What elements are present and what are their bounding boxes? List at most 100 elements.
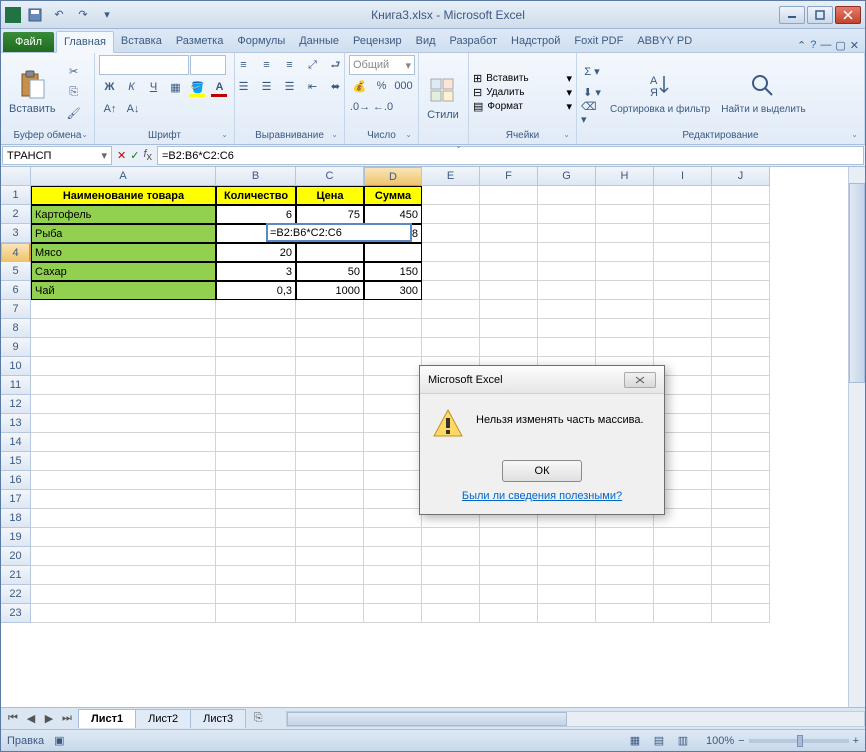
cell-G2[interactable] xyxy=(538,205,596,224)
cell-D22[interactable] xyxy=(364,585,422,604)
help-icon[interactable]: ? xyxy=(810,39,816,52)
cell-J14[interactable] xyxy=(712,433,770,452)
cell-G4[interactable] xyxy=(538,243,596,262)
cell-G7[interactable] xyxy=(538,300,596,319)
cell-F4[interactable] xyxy=(480,243,538,262)
ribbon-tab-10[interactable]: ABBYY PD xyxy=(630,31,699,52)
hscroll-thumb[interactable] xyxy=(287,712,567,726)
save-button[interactable] xyxy=(25,5,45,25)
cell-D4[interactable] xyxy=(364,243,422,262)
col-header-G[interactable]: G xyxy=(538,167,596,186)
cell-A9[interactable] xyxy=(31,338,216,357)
cell-A22[interactable] xyxy=(31,585,216,604)
cell-E8[interactable] xyxy=(422,319,480,338)
cell-C1[interactable]: Цена xyxy=(296,186,364,205)
cell-C14[interactable] xyxy=(296,433,364,452)
col-header-B[interactable]: B xyxy=(216,167,296,186)
cell-B23[interactable] xyxy=(216,604,296,623)
dialog-feedback-link[interactable]: Были ли сведения полезными? xyxy=(462,490,622,502)
cell-B13[interactable] xyxy=(216,414,296,433)
ribbon-tab-4[interactable]: Данные xyxy=(292,31,346,52)
cell-H22[interactable] xyxy=(596,585,654,604)
cell-C19[interactable] xyxy=(296,528,364,547)
cell-D14[interactable] xyxy=(364,433,422,452)
cell-E7[interactable] xyxy=(422,300,480,319)
macro-record-icon[interactable]: ▣ xyxy=(54,734,64,747)
cell-C21[interactable] xyxy=(296,566,364,585)
align-middle-button[interactable]: ≡ xyxy=(256,55,278,75)
cell-A18[interactable] xyxy=(31,509,216,528)
formula-input[interactable]: =B2:B6*C2:C6 xyxy=(157,146,864,165)
cell-D5[interactable]: 150 xyxy=(364,262,422,281)
tab-nav-prev[interactable]: ◀ xyxy=(23,711,39,727)
cell-D18[interactable] xyxy=(364,509,422,528)
cell-F19[interactable] xyxy=(480,528,538,547)
italic-button[interactable]: К xyxy=(121,77,142,97)
cell-J15[interactable] xyxy=(712,452,770,471)
cell-J16[interactable] xyxy=(712,471,770,490)
row-header-16[interactable]: 16 xyxy=(1,471,31,490)
cell-E5[interactable] xyxy=(422,262,480,281)
border-button[interactable]: ▦ xyxy=(165,77,186,97)
cell-B2[interactable]: 6 xyxy=(216,205,296,224)
col-header-D[interactable]: D xyxy=(364,167,422,187)
cell-B17[interactable] xyxy=(216,490,296,509)
select-all-corner[interactable] xyxy=(1,167,31,186)
cell-A5[interactable]: Сахар xyxy=(31,262,216,281)
cell-J19[interactable] xyxy=(712,528,770,547)
cell-D6[interactable]: 300 xyxy=(364,281,422,300)
cell-J9[interactable] xyxy=(712,338,770,357)
cell-A8[interactable] xyxy=(31,319,216,338)
cell-G9[interactable] xyxy=(538,338,596,357)
vscroll-thumb[interactable] xyxy=(849,183,865,383)
cell-C6[interactable]: 1000 xyxy=(296,281,364,300)
delete-cells-icon[interactable]: ⊟ xyxy=(473,86,482,99)
cell-E23[interactable] xyxy=(422,604,480,623)
cell-C13[interactable] xyxy=(296,414,364,433)
cell-D17[interactable] xyxy=(364,490,422,509)
cell-D9[interactable] xyxy=(364,338,422,357)
cell-I7[interactable] xyxy=(654,300,712,319)
cell-F21[interactable] xyxy=(480,566,538,585)
vertical-scrollbar[interactable] xyxy=(848,167,865,707)
cell-A14[interactable] xyxy=(31,433,216,452)
cell-J21[interactable] xyxy=(712,566,770,585)
cell-J18[interactable] xyxy=(712,509,770,528)
zoom-in-button[interactable]: + xyxy=(853,735,859,747)
cell-B7[interactable] xyxy=(216,300,296,319)
cell-J10[interactable] xyxy=(712,357,770,376)
sheet-tab-2[interactable]: Лист3 xyxy=(190,709,246,728)
decrease-indent-button[interactable]: ⇤ xyxy=(302,76,324,96)
pagebreak-view-button[interactable]: ▥ xyxy=(672,731,694,751)
cell-F2[interactable] xyxy=(480,205,538,224)
cell-J22[interactable] xyxy=(712,585,770,604)
minimize-ribbon-icon[interactable]: ⌃ xyxy=(797,39,806,52)
qat-dropdown[interactable]: ▾ xyxy=(97,5,117,25)
cell-E20[interactable] xyxy=(422,547,480,566)
cell-B20[interactable] xyxy=(216,547,296,566)
cell-F3[interactable] xyxy=(480,224,538,243)
cell-C12[interactable] xyxy=(296,395,364,414)
cell-C9[interactable] xyxy=(296,338,364,357)
cell-A4[interactable]: Мясо xyxy=(31,243,216,262)
cell-H4[interactable] xyxy=(596,243,654,262)
cell-F7[interactable] xyxy=(480,300,538,319)
row-header-14[interactable]: 14 xyxy=(1,433,31,452)
cell-D23[interactable] xyxy=(364,604,422,623)
cell-E19[interactable] xyxy=(422,528,480,547)
cell-E4[interactable] xyxy=(422,243,480,262)
font-size-select[interactable] xyxy=(190,55,226,75)
cancel-formula-icon[interactable]: ✕ xyxy=(117,149,126,162)
cell-E1[interactable] xyxy=(422,186,480,205)
cell-A10[interactable] xyxy=(31,357,216,376)
ribbon-tab-0[interactable]: Главная xyxy=(56,31,114,53)
cell-F23[interactable] xyxy=(480,604,538,623)
cell-C11[interactable] xyxy=(296,376,364,395)
align-top-button[interactable]: ≡ xyxy=(233,55,255,75)
row-header-4[interactable]: 4 xyxy=(1,243,31,262)
cell-J23[interactable] xyxy=(712,604,770,623)
undo-button[interactable]: ↶ xyxy=(49,5,69,25)
cell-D2[interactable]: 450 xyxy=(364,205,422,224)
row-header-7[interactable]: 7 xyxy=(1,300,31,319)
cell-B1[interactable]: Количество xyxy=(216,186,296,205)
